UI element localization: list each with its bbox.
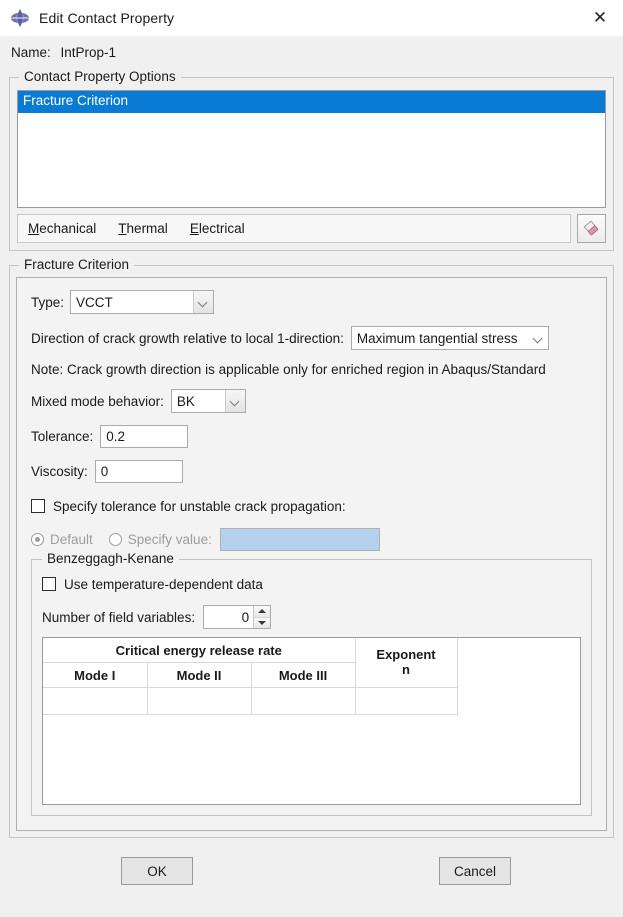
temp-dependent-row[interactable]: Use temperature-dependent data (42, 573, 581, 595)
field-variables-value: 0 (241, 609, 250, 625)
direction-combo-value: Maximum tangential stress (356, 330, 518, 346)
crack-growth-note: Note: Crack growth direction is applicab… (31, 362, 546, 377)
options-menu-row: Mechanical Thermal Electrical (17, 214, 606, 243)
name-label: Name: (11, 45, 51, 60)
chevron-down-icon (224, 390, 245, 412)
mixed-mode-label: Mixed mode behavior: (31, 393, 164, 409)
delete-option-button[interactable] (577, 214, 606, 243)
dialog-body: Name: IntProp-1 Contact Property Options… (0, 36, 623, 898)
menu-item-mechanical[interactable]: Mechanical (28, 221, 96, 236)
eraser-icon (584, 221, 599, 236)
contact-property-options-group: Contact Property Options Fracture Criter… (9, 69, 614, 251)
viscosity-label: Viscosity: (31, 464, 88, 479)
unstable-tolerance-label: Specify tolerance for unstable crack pro… (53, 498, 346, 514)
cell-mode-ii[interactable] (147, 687, 252, 715)
abaqus-diamond-icon (11, 9, 29, 27)
contact-property-options-title: Contact Property Options (19, 69, 181, 84)
close-icon[interactable]: ✕ (577, 0, 623, 36)
type-combo[interactable]: VCCT (70, 290, 215, 314)
stepper-up-button[interactable] (253, 606, 271, 617)
tolerance-input[interactable]: 0.2 (100, 425, 189, 448)
fracture-criterion-title: Fracture Criterion (19, 257, 135, 272)
dialog-button-row: OK Cancel (9, 856, 614, 898)
type-combo-value: VCCT (76, 294, 113, 310)
specify-value-radio[interactable] (108, 533, 122, 546)
direction-combo[interactable]: Maximum tangential stress (350, 326, 549, 350)
energy-release-rate-table[interactable]: Critical energy release rate Exponent n … (42, 637, 581, 805)
field-variables-stepper[interactable]: 0 (203, 605, 272, 629)
title-bar: Edit Contact Property ✕ (0, 0, 623, 36)
field-variables-label: Number of field variables: (42, 609, 196, 625)
mixed-mode-combo-value: BK (176, 393, 195, 409)
table-header-row-1: Critical energy release rate Exponent n (43, 638, 580, 688)
table-filler-cell (457, 638, 580, 688)
temp-dependent-label: Use temperature-dependent data (64, 576, 263, 592)
table-row[interactable] (43, 687, 580, 715)
default-radio-label: Default (50, 532, 93, 547)
table-header-mode-ii: Mode II (147, 662, 252, 688)
viscosity-input[interactable]: 0 (94, 460, 183, 483)
table-span-header-critical-energy: Critical energy release rate (43, 638, 356, 663)
table-header-mode-i: Mode I (43, 662, 148, 688)
type-label: Type: (31, 294, 65, 310)
chevron-down-icon (193, 291, 214, 313)
stepper-down-button[interactable] (253, 616, 271, 628)
benzeggagh-kenane-title: Benzeggagh-Kenane (42, 551, 179, 566)
name-row: Name: IntProp-1 (9, 36, 614, 68)
specify-value-label: Specify value: (127, 532, 212, 547)
window-title: Edit Contact Property (39, 10, 175, 26)
default-radio[interactable] (31, 533, 44, 546)
unstable-tolerance-checkbox-row[interactable]: Specify tolerance for unstable crack pro… (31, 495, 592, 517)
cell-exponent[interactable] (355, 687, 458, 715)
cell-mode-i[interactable] (43, 687, 148, 715)
cancel-button[interactable]: Cancel (439, 857, 511, 885)
field-variables-row: Number of field variables: 0 (42, 605, 581, 629)
chevron-down-icon (528, 327, 548, 349)
field-variables-stepper-buttons (253, 606, 271, 628)
tolerance-value: 0.2 (106, 429, 126, 444)
mixed-mode-row: Mixed mode behavior: BK (31, 389, 592, 413)
unstable-tolerance-radio-row: Default Specify value: (31, 528, 592, 551)
name-value: IntProp-1 (60, 45, 117, 60)
options-menu-strip: Mechanical Thermal Electrical (17, 214, 571, 243)
fracture-criterion-group: Fracture Criterion Type: VCCT Direction … (9, 257, 614, 838)
unstable-tolerance-checkbox[interactable] (31, 499, 45, 513)
table-header-exponent: Exponent n (355, 638, 458, 688)
cell-mode-iii[interactable] (251, 687, 356, 715)
viscosity-row: Viscosity: 0 (31, 460, 592, 483)
viscosity-value: 0 (100, 464, 109, 479)
fracture-criterion-panel: Type: VCCT Direction of crack growth rel… (16, 277, 607, 831)
list-item[interactable]: Fracture Criterion (18, 91, 605, 113)
temp-dependent-checkbox[interactable] (42, 577, 56, 591)
contact-property-options-list[interactable]: Fracture Criterion (17, 90, 606, 208)
tolerance-row: Tolerance: 0.2 (31, 425, 592, 448)
direction-row: Direction of crack growth relative to lo… (31, 326, 592, 350)
ok-button[interactable]: OK (121, 857, 193, 885)
type-row: Type: VCCT (31, 290, 592, 314)
menu-item-electrical[interactable]: Electrical (190, 221, 245, 236)
benzeggagh-kenane-group: Benzeggagh-Kenane Use temperature-depend… (31, 551, 592, 816)
direction-label: Direction of crack growth relative to lo… (31, 330, 344, 346)
menu-item-thermal[interactable]: Thermal (118, 221, 168, 236)
tolerance-label: Tolerance: (31, 429, 94, 444)
specify-value-input (219, 528, 380, 551)
table-header-mode-iii: Mode III (251, 662, 356, 688)
mixed-mode-combo[interactable]: BK (170, 389, 246, 413)
